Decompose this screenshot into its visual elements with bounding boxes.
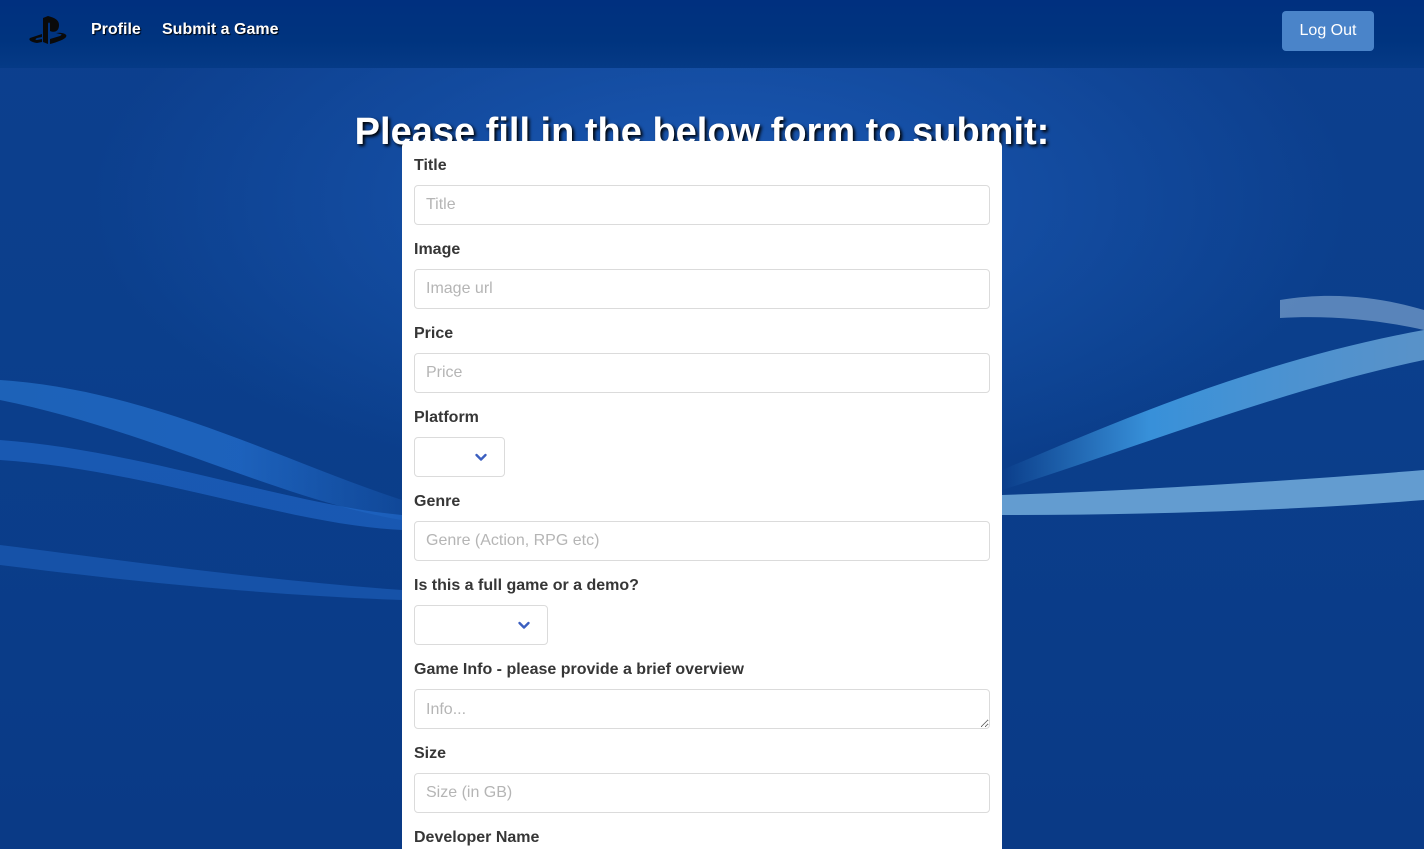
image-url-input[interactable] [414, 269, 990, 309]
size-input[interactable] [414, 773, 990, 813]
playstation-logo-icon[interactable] [28, 16, 68, 46]
chevron-down-icon [475, 453, 487, 461]
genre-input[interactable] [414, 521, 990, 561]
platform-label: Platform [414, 409, 479, 426]
logout-button[interactable]: Log Out [1282, 11, 1374, 51]
genre-label: Genre [414, 493, 461, 510]
title-input[interactable] [414, 185, 990, 225]
game-info-label: Game Info - please provide a brief overv… [414, 661, 744, 678]
price-label: Price [414, 325, 454, 342]
size-label: Size [414, 745, 447, 762]
image-label: Image [414, 241, 461, 258]
platform-select[interactable] [414, 437, 505, 477]
nav-link-submit-game[interactable]: Submit a Game [162, 21, 278, 39]
game-type-select[interactable] [414, 605, 548, 645]
game-info-textarea[interactable] [414, 689, 990, 729]
developer-name-label: Developer Name [414, 829, 540, 846]
submit-game-form: Title Image Price Platform Genre Is this… [402, 141, 1002, 849]
top-navbar: Profile Submit a Game Log Out [0, 0, 1424, 68]
nav-link-profile[interactable]: Profile [91, 21, 141, 39]
chevron-down-icon [518, 621, 530, 629]
game-type-label: Is this a full game or a demo? [414, 577, 639, 594]
title-label: Title [414, 157, 447, 174]
price-input[interactable] [414, 353, 990, 393]
